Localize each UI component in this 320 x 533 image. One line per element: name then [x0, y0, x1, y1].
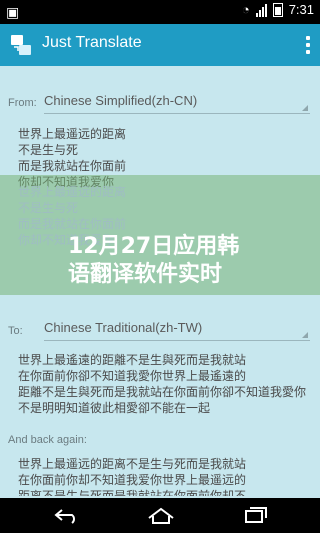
source-language-value: Chinese Simplified(zh-CN)	[44, 93, 198, 108]
home-icon[interactable]	[146, 506, 176, 524]
wifi-icon: ◔	[241, 2, 250, 17]
dropdown-indicator-icon	[302, 332, 308, 338]
back-translation-text[interactable]: 世界上最遥远的距离不是生与死而是我就站 在你面前你却不知道我爱你世界上最遥远的 …	[18, 456, 313, 496]
overlay-headline: 12月27日应用韩 语翻译软件实时	[68, 233, 239, 289]
back-icon[interactable]	[52, 506, 82, 524]
overlay-headline-line1: 12月27日应用韩	[68, 234, 240, 259]
battery-icon	[272, 2, 283, 17]
target-language-value: Chinese Traditional(zh-TW)	[44, 320, 203, 335]
overflow-menu-icon[interactable]	[306, 36, 310, 54]
status-bar: ▣ ◔ 7:31	[0, 0, 320, 24]
target-language-dropdown[interactable]: Chinese Traditional(zh-TW)	[44, 320, 310, 341]
status-right: ◔ 7:31	[242, 2, 314, 17]
app-logo-icon	[11, 35, 31, 55]
to-label: To:	[8, 325, 23, 337]
translated-text[interactable]: 世界上最遙遠的距離不是生與死而是我就站 在你面前你卻不知道我愛你世界上最遙遠的 …	[18, 352, 313, 416]
from-label: From:	[8, 97, 37, 109]
status-time: 7:31	[288, 2, 314, 17]
recent-apps-icon[interactable]	[240, 506, 270, 524]
notification-icon: ▣	[6, 4, 20, 20]
dropdown-indicator-icon	[302, 105, 308, 111]
back-again-label: And back again:	[8, 434, 87, 446]
signal-icon	[255, 3, 267, 17]
overlay-headline-line2: 语翻译软件实时	[68, 262, 223, 287]
source-language-dropdown[interactable]: Chinese Simplified(zh-CN)	[44, 93, 310, 114]
navigation-bar	[0, 498, 320, 533]
app-bar: Just Translate	[0, 24, 320, 66]
app-title: Just Translate	[42, 34, 142, 51]
